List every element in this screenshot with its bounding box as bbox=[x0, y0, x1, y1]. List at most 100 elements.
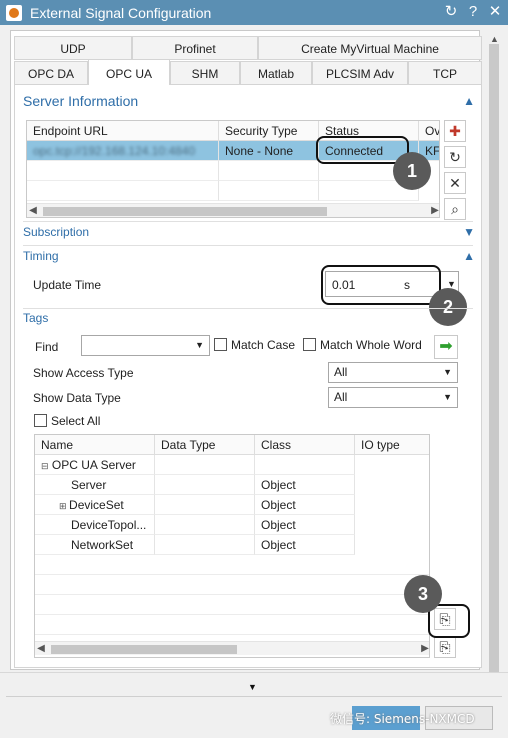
chevron-down-icon[interactable]: ▼ bbox=[443, 388, 452, 407]
expand-node-icon[interactable]: ⊞ bbox=[59, 501, 69, 511]
scroll-up-icon[interactable]: ▲ bbox=[490, 34, 499, 44]
collapse-icon[interactable]: ▲ bbox=[463, 245, 475, 267]
show-data-type-value: All bbox=[334, 390, 348, 404]
update-time-label: Update Time bbox=[33, 278, 102, 292]
col-io-type[interactable]: IO type bbox=[355, 435, 429, 455]
show-access-type-value: All bbox=[334, 365, 348, 379]
collapse-node-icon[interactable]: ⊟ bbox=[41, 461, 49, 471]
app-icon bbox=[6, 4, 22, 21]
endpoint-url-value: opc.tcp://192.168.124.10:4840 bbox=[33, 144, 196, 158]
step-badge-3: 3 bbox=[404, 575, 442, 613]
scroll-left-icon[interactable]: ◀ bbox=[27, 204, 39, 217]
browse-server-icon[interactable]: ⌕ bbox=[444, 198, 466, 220]
find-input[interactable]: ▼ bbox=[81, 335, 210, 356]
hscroll-thumb[interactable] bbox=[43, 207, 327, 216]
server-grid-hscroll[interactable]: ◀ ▶ bbox=[27, 203, 439, 217]
server-information-title: Server Information bbox=[23, 93, 139, 109]
tab-udp[interactable]: UDP bbox=[14, 36, 132, 60]
delete-server-icon[interactable]: ✕ bbox=[444, 172, 466, 194]
find-go-icon[interactable]: ➡ bbox=[434, 335, 458, 359]
tags-grid[interactable]: Name Data Type Class IO type ⊟ OPC UA Se… bbox=[34, 434, 430, 658]
divider bbox=[6, 696, 502, 697]
class-cell: Object bbox=[255, 515, 355, 535]
tree-root[interactable]: ⊟ OPC UA Server bbox=[35, 455, 155, 475]
class-cell: Object bbox=[255, 495, 355, 515]
expand-icon[interactable]: ▼ bbox=[463, 221, 475, 243]
timing-header[interactable]: Timing ▲ bbox=[23, 245, 475, 267]
show-access-type-select[interactable]: All ▼ bbox=[328, 362, 458, 383]
empty-row bbox=[35, 615, 429, 635]
tab-shm[interactable]: SHM bbox=[170, 61, 240, 85]
col-security-type[interactable]: Security Type bbox=[219, 121, 319, 141]
match-case-label: Match Case bbox=[231, 338, 296, 352]
show-data-type-label: Show Data Type bbox=[33, 391, 121, 405]
empty-cell bbox=[155, 455, 255, 475]
empty-cell bbox=[155, 515, 255, 535]
window-title: External Signal Configuration bbox=[30, 4, 212, 21]
security-type-cell[interactable]: None - None bbox=[219, 141, 319, 161]
title-bar: External Signal Configuration ↻ ? ✕ bbox=[0, 0, 508, 25]
class-cell: Object bbox=[255, 535, 355, 555]
col-data-type[interactable]: Data Type bbox=[155, 435, 255, 455]
watermark-label: 微信号: Siemens-NXMCD bbox=[330, 712, 475, 726]
find-dropdown-icon[interactable]: ▼ bbox=[195, 336, 204, 355]
empty-row bbox=[35, 575, 429, 595]
scrollbar-thumb[interactable] bbox=[489, 44, 499, 686]
tree-root-label: OPC UA Server bbox=[51, 458, 136, 472]
tab-profinet[interactable]: Profinet bbox=[132, 36, 258, 60]
close-icon[interactable]: ✕ bbox=[486, 3, 504, 21]
match-whole-word-checkbox[interactable] bbox=[303, 338, 316, 351]
add-server-icon[interactable]: ✚ bbox=[444, 120, 466, 142]
tree-node[interactable]: ⊞ DeviceSet bbox=[35, 495, 155, 515]
tab-create-myvirtual-machine[interactable]: Create MyVirtual Machine bbox=[258, 36, 482, 60]
empty-cell bbox=[255, 455, 355, 475]
watermark-text: 微信号: Siemens-NXMCD bbox=[330, 710, 475, 727]
collapse-icon[interactable]: ▲ bbox=[463, 90, 475, 112]
tags-title: Tags bbox=[23, 311, 49, 325]
col-endpoint-url[interactable]: Endpoint URL bbox=[27, 121, 219, 141]
tree-node[interactable]: Server bbox=[35, 475, 155, 495]
col-name[interactable]: Name bbox=[35, 435, 155, 455]
scroll-left-icon[interactable]: ◀ bbox=[35, 642, 47, 656]
empty-row bbox=[35, 595, 429, 615]
callout-frame-2 bbox=[321, 265, 441, 305]
subscription-title: Subscription bbox=[23, 225, 90, 239]
empty-row bbox=[35, 555, 429, 575]
chevron-down-icon[interactable]: ▼ bbox=[443, 363, 452, 382]
tree-node-label: DeviceSet bbox=[69, 498, 124, 512]
more-options-icon[interactable]: ▼ bbox=[248, 682, 257, 692]
hscroll-thumb[interactable] bbox=[51, 645, 237, 654]
server-grid[interactable]: Endpoint URL Security Type Status Ov opc… bbox=[26, 120, 440, 218]
server-information-header[interactable]: Server Information ▲ bbox=[23, 90, 475, 112]
timing-title: Timing bbox=[23, 249, 59, 263]
match-whole-word-label: Match Whole Word bbox=[320, 338, 422, 352]
show-data-type-select[interactable]: All ▼ bbox=[328, 387, 458, 408]
refresh-icon[interactable]: ↻ bbox=[442, 3, 460, 21]
match-case-checkbox[interactable] bbox=[214, 338, 227, 351]
empty-cell bbox=[27, 181, 219, 201]
empty-cell bbox=[155, 475, 255, 495]
empty-cell bbox=[155, 535, 255, 555]
col-ov[interactable]: Ov bbox=[419, 121, 439, 141]
tab-plcsim-adv[interactable]: PLCSIM Adv bbox=[312, 61, 408, 85]
tab-matlab[interactable]: Matlab bbox=[240, 61, 312, 85]
tab-opc-da[interactable]: OPC DA bbox=[14, 61, 88, 85]
endpoint-url-cell[interactable]: opc.tcp://192.168.124.10:4840 bbox=[27, 141, 219, 161]
tab-opc-ua[interactable]: OPC UA bbox=[88, 59, 170, 86]
select-all-checkbox[interactable] bbox=[34, 414, 47, 427]
help-icon[interactable]: ? bbox=[464, 3, 482, 21]
tree-node[interactable]: NetworkSet bbox=[35, 535, 155, 555]
export-tags-icon[interactable]: ⎘ bbox=[434, 636, 456, 658]
tags-grid-hscroll[interactable]: ◀ ▶ bbox=[35, 641, 429, 656]
tags-header[interactable]: Tags bbox=[23, 307, 403, 329]
scroll-right-icon[interactable]: ▶ bbox=[419, 642, 429, 656]
vertical-scrollbar[interactable]: ▲ bbox=[486, 30, 502, 686]
step-badge-2: 2 bbox=[429, 288, 467, 326]
refresh-server-icon[interactable]: ↻ bbox=[444, 146, 466, 168]
scroll-right-icon[interactable]: ▶ bbox=[429, 204, 439, 217]
step-badge-1: 1 bbox=[393, 152, 431, 190]
subscription-header[interactable]: Subscription ▼ bbox=[23, 221, 475, 243]
tree-node[interactable]: DeviceTopol... bbox=[35, 515, 155, 535]
tab-tcp[interactable]: TCP bbox=[408, 61, 482, 85]
col-class[interactable]: Class bbox=[255, 435, 355, 455]
